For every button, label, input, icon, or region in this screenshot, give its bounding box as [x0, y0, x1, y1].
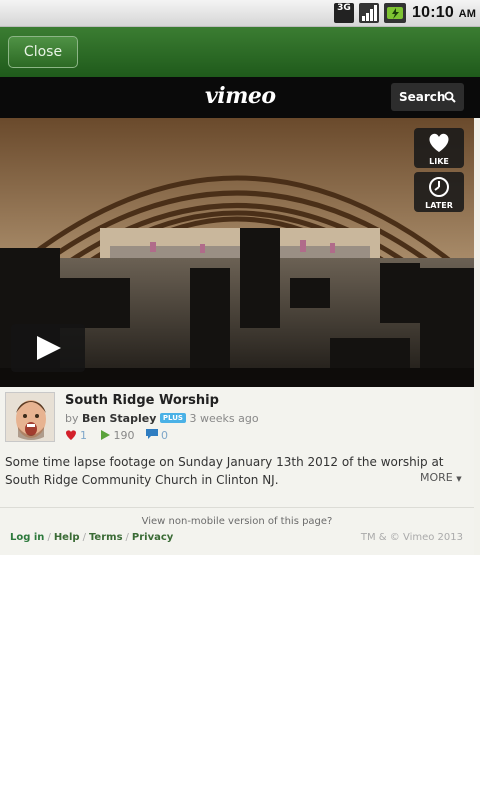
play-icon: [100, 430, 110, 440]
status-bar: 3G 10:10 AM: [0, 0, 480, 27]
battery-icon: [384, 3, 406, 23]
video-info: South Ridge Worship by Ben Stapley PLUS …: [0, 387, 474, 507]
separator: /: [125, 532, 129, 543]
vimeo-header: vimeo Search: [0, 77, 480, 118]
vimeo-logo[interactable]: vimeo: [205, 83, 276, 109]
byline: by Ben Stapley PLUS 3 weeks ago: [65, 412, 259, 425]
author-link[interactable]: Ben Stapley: [82, 412, 156, 425]
likes-stat: 1: [65, 429, 87, 442]
more-label: MORE: [420, 471, 453, 484]
clock-ampm: AM: [458, 8, 477, 20]
clock: 10:10 AM: [412, 4, 476, 22]
search-button[interactable]: Search: [391, 83, 464, 111]
author-photo: [6, 393, 54, 441]
separator: /: [47, 532, 51, 543]
footer: View non-mobile version of this page? Lo…: [0, 507, 474, 555]
search-label: Search: [399, 90, 446, 104]
footer-links: Log in / Help / Terms / Privacy: [10, 532, 173, 543]
help-link[interactable]: Help: [54, 532, 80, 543]
watch-later-button[interactable]: LATER: [414, 172, 464, 212]
network-3g-icon: 3G: [334, 3, 354, 23]
by-label: by: [65, 412, 79, 425]
heart-icon: [66, 430, 76, 440]
copyright: TM & © Vimeo 2013: [360, 532, 463, 543]
play-icon: [37, 336, 61, 360]
privacy-link[interactable]: Privacy: [132, 532, 173, 543]
clock-time: 10:10: [412, 4, 454, 21]
more-link[interactable]: MORE ▼: [420, 471, 462, 484]
video-player[interactable]: LIKE LATER: [0, 118, 474, 387]
comments-count: 0: [161, 429, 168, 442]
plays-count: 190: [113, 429, 135, 442]
clock-icon: [429, 177, 449, 197]
separator: /: [82, 532, 86, 543]
close-button[interactable]: Close: [8, 36, 78, 68]
plays-stat: 190: [99, 429, 135, 442]
heart-icon: [429, 133, 449, 152]
play-button[interactable]: [11, 324, 85, 372]
search-icon: [444, 91, 456, 103]
comment-icon: [146, 429, 158, 439]
avatar[interactable]: [5, 392, 55, 442]
signal-icon: [359, 3, 379, 23]
scroll-edge: [474, 118, 480, 555]
login-link[interactable]: Log in: [10, 532, 44, 543]
upload-age: 3 weeks ago: [189, 412, 259, 425]
like-button[interactable]: LIKE: [414, 128, 464, 168]
likes-count: 1: [80, 429, 87, 442]
video-description: Some time lapse footage on Sunday Januar…: [5, 455, 444, 487]
video-title[interactable]: South Ridge Worship: [65, 393, 219, 408]
network-label: 3G: [337, 3, 351, 13]
terms-link[interactable]: Terms: [89, 532, 123, 543]
plus-badge: PLUS: [159, 413, 186, 423]
video-stats: 1 190 0: [65, 429, 176, 442]
like-label: LIKE: [429, 157, 449, 166]
non-mobile-link[interactable]: View non-mobile version of this page?: [0, 516, 474, 527]
comments-stat: 0: [146, 429, 168, 442]
later-label: LATER: [425, 201, 453, 210]
top-bar: Close: [0, 27, 480, 77]
caret-down-icon: ▼: [456, 475, 462, 483]
